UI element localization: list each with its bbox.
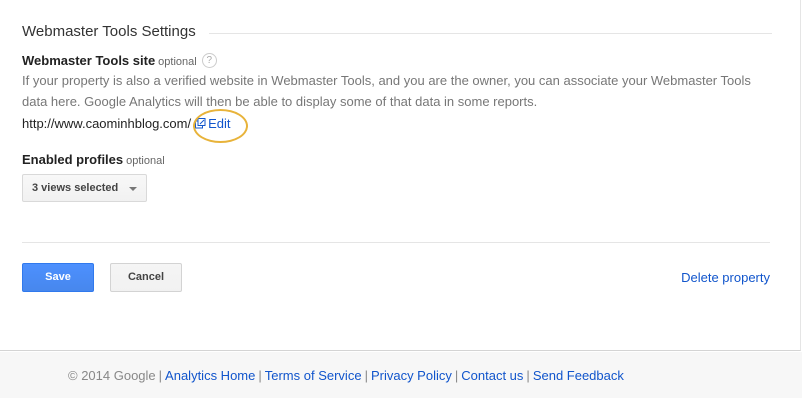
help-icon[interactable]: ? <box>201 53 217 69</box>
webmaster-site-description: If your property is also a verified webs… <box>22 73 751 109</box>
profiles-label: Enabled profiles optional <box>22 152 165 167</box>
settings-panel: Webmaster Tools Settings Webmaster Tools… <box>0 0 801 351</box>
section-rule <box>209 33 772 34</box>
footer-link-analytics-home[interactable]: Analytics Home <box>165 368 255 383</box>
footer-link-feedback[interactable]: Send Feedback <box>533 368 624 383</box>
footer: © 2014 Google | Analytics Home | Terms of Se… <box>0 352 802 398</box>
site-url: http://www.caominhblog.com/ <box>22 116 192 131</box>
footer-link-terms[interactable]: Terms of Service <box>265 368 362 383</box>
section-title: Webmaster Tools Settings <box>22 23 196 40</box>
edit-link[interactable]: Edit <box>208 116 230 131</box>
footer-link-contact[interactable]: Contact us <box>461 368 523 383</box>
profiles-optional-tag: optional <box>126 155 165 167</box>
copyright: © 2014 Google <box>68 368 156 383</box>
optional-tag: optional <box>158 56 197 68</box>
footer-link-privacy[interactable]: Privacy Policy <box>371 368 452 383</box>
delete-property-link[interactable]: Delete property <box>681 270 770 285</box>
profiles-label-text: Enabled profiles <box>22 152 124 167</box>
site-row: http://www.caominhblog.com/ Edit <box>22 116 230 131</box>
cancel-button[interactable]: Cancel <box>110 263 182 292</box>
webmaster-site-label: Webmaster Tools site optional? <box>22 53 217 69</box>
save-button[interactable]: Save <box>22 263 94 292</box>
external-link-icon <box>195 118 206 129</box>
divider <box>22 242 770 243</box>
profiles-dropdown-value: 3 views selected <box>32 182 119 194</box>
footer-links: © 2014 Google | Analytics Home | Terms of Se… <box>68 368 624 383</box>
webmaster-site-label-text: Webmaster Tools site <box>22 53 156 68</box>
caret-down-icon <box>129 187 137 191</box>
profiles-dropdown[interactable]: 3 views selected <box>22 174 147 202</box>
